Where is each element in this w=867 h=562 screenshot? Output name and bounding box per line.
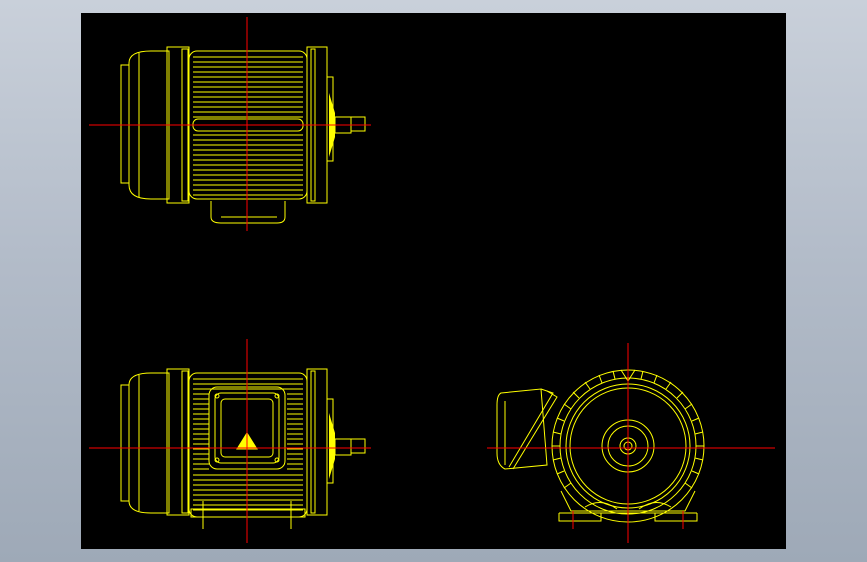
cad-viewport[interactable]	[81, 13, 786, 549]
side-view-centerlines	[89, 339, 371, 543]
top-view	[120, 46, 366, 224]
end-view	[496, 369, 705, 523]
side-view	[120, 368, 366, 529]
cad-drawing	[89, 17, 775, 543]
cooling-fins-top	[192, 56, 304, 196]
end-terminal-box	[496, 388, 558, 470]
